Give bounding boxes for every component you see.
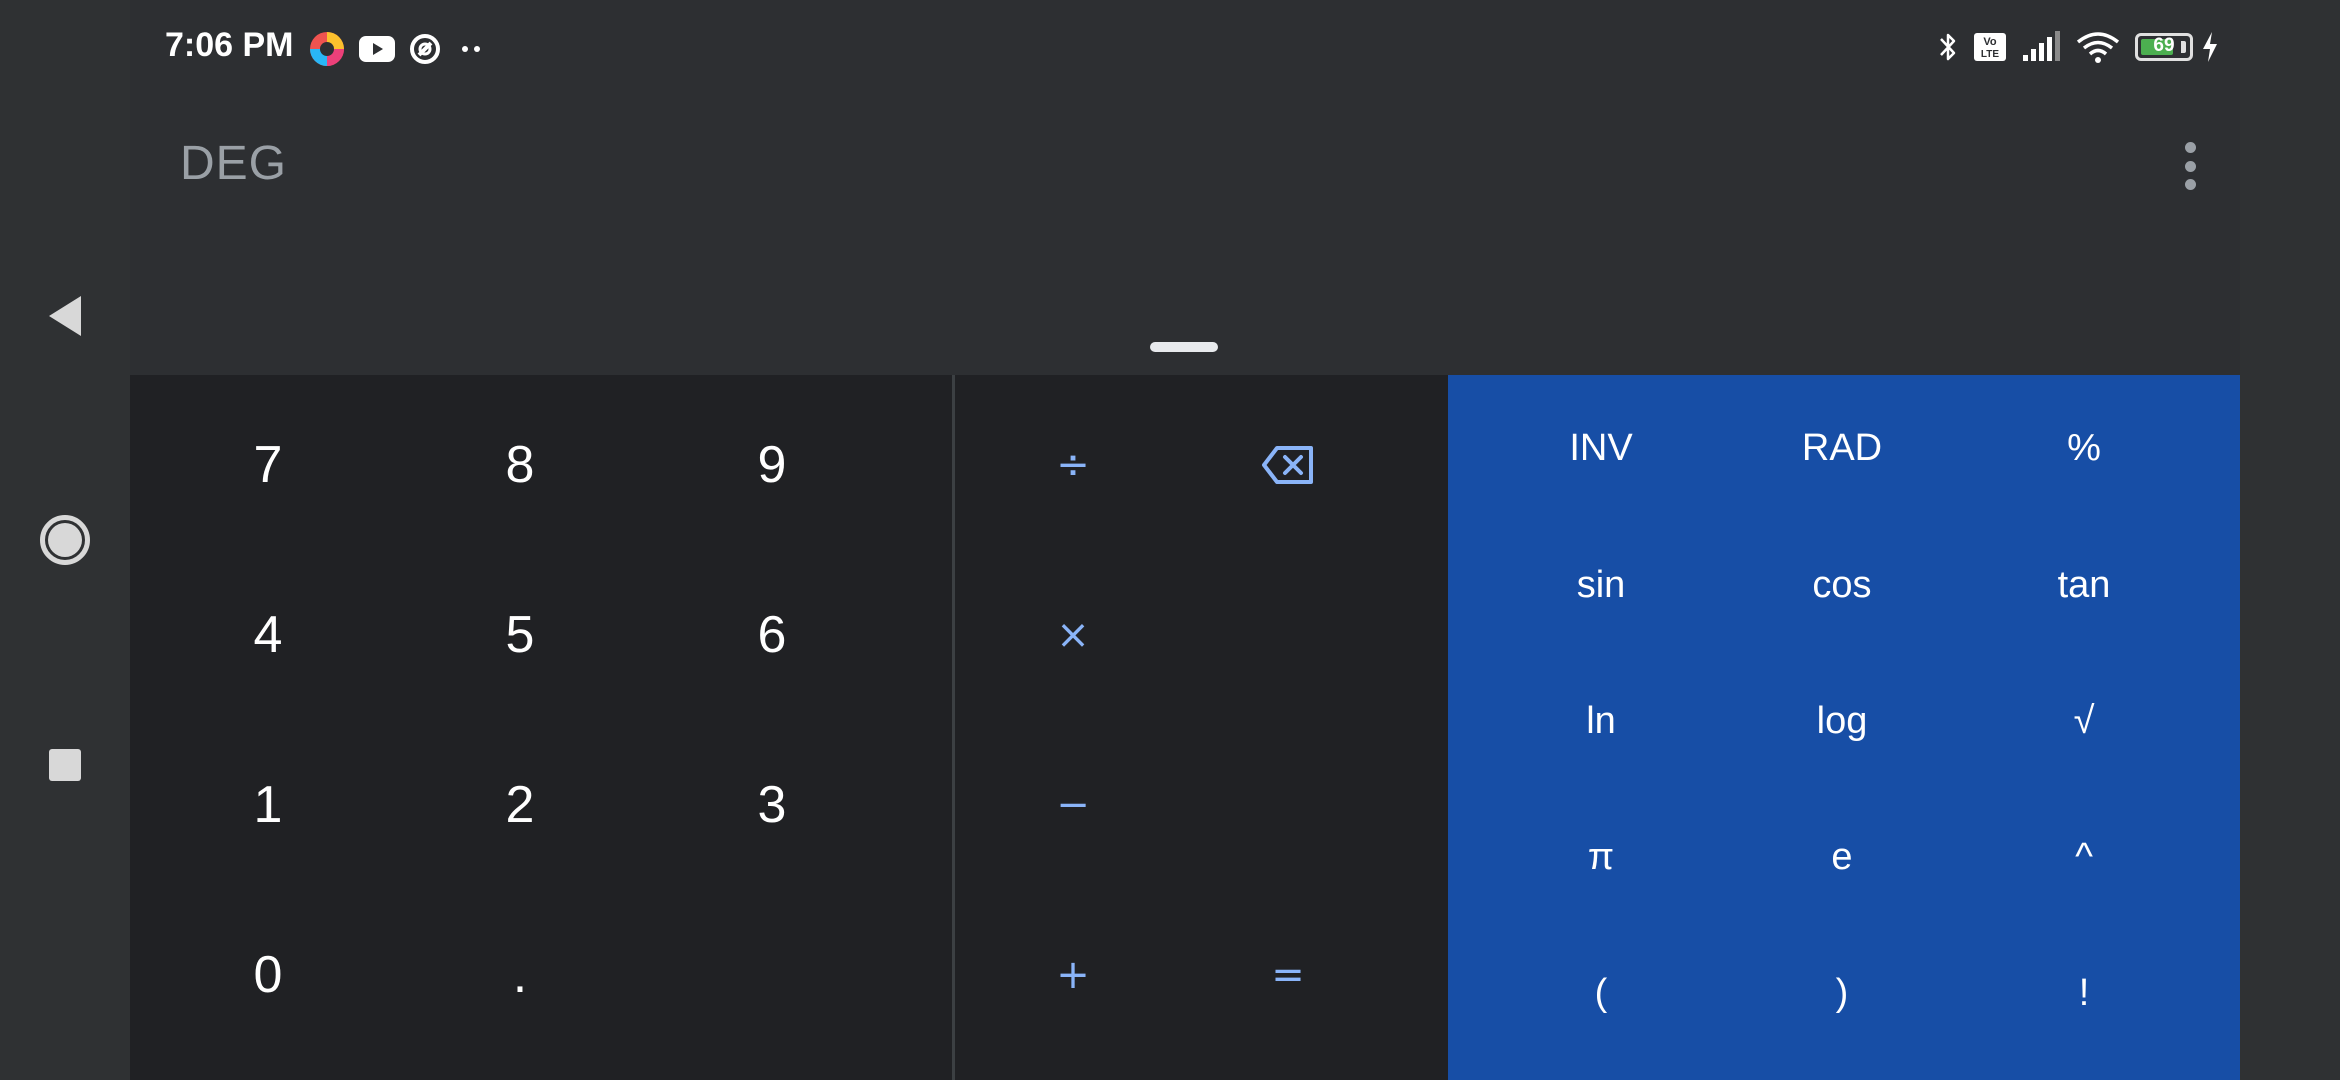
e-button[interactable]: e xyxy=(1742,807,1942,907)
bluetooth-icon xyxy=(1937,30,1959,64)
display-panel: 7:06 PM Vo LTE 69 DEG xyxy=(130,0,2240,375)
recents-button[interactable] xyxy=(25,725,105,805)
digit-6-button[interactable]: 6 xyxy=(692,575,852,695)
factorial-button[interactable]: ! xyxy=(1984,943,2184,1043)
operator-keypad: ÷ × − + = xyxy=(955,375,1448,1080)
log-button[interactable]: log xyxy=(1742,671,1942,771)
svg-text:Vo: Vo xyxy=(1983,36,1997,48)
calculator-app: 7:06 PM Vo LTE 69 DEG 7 8 9 4 5 6 1 2 3 … xyxy=(130,0,2240,1080)
inv-button[interactable]: INV xyxy=(1501,398,1701,498)
backspace-icon xyxy=(1262,446,1313,484)
home-button[interactable] xyxy=(25,500,105,580)
cos-button[interactable]: cos xyxy=(1742,535,1942,635)
back-icon xyxy=(49,296,81,336)
battery-level: 69 xyxy=(2153,35,2175,56)
plus-button[interactable]: + xyxy=(1003,915,1143,1035)
backspace-button[interactable] xyxy=(1218,405,1358,525)
vpn-icon xyxy=(408,32,442,66)
more-vert-dot xyxy=(2184,160,2196,172)
digit-7-button[interactable]: 7 xyxy=(188,405,348,525)
digit-0-button[interactable]: 0 xyxy=(188,915,348,1035)
recents-icon xyxy=(49,749,81,781)
digit-8-button[interactable]: 8 xyxy=(440,405,600,525)
status-time: 7:06 PM xyxy=(165,26,294,64)
cell-signal-icon xyxy=(2021,31,2061,63)
decimal-point-button[interactable]: . xyxy=(440,915,600,1035)
more-notifications-icon xyxy=(454,39,488,59)
rad-button[interactable]: RAD xyxy=(1742,398,1942,498)
scientific-panel: INV RAD % sin cos tan ln log √ π e ^ ( )… xyxy=(1448,375,2240,1080)
tan-button[interactable]: tan xyxy=(1984,535,2184,635)
sin-button[interactable]: sin xyxy=(1501,535,1701,635)
browser-app-icon xyxy=(308,30,346,68)
angle-mode-indicator: DEG xyxy=(180,137,288,190)
left-paren-button[interactable]: ( xyxy=(1501,943,1701,1043)
percent-button[interactable]: % xyxy=(1984,398,2184,498)
svg-text:LTE: LTE xyxy=(1981,49,1999,60)
more-vert-icon xyxy=(2184,142,2196,153)
digit-4-button[interactable]: 4 xyxy=(188,575,348,695)
drag-handle[interactable] xyxy=(1150,342,1218,352)
charging-icon xyxy=(2200,31,2220,63)
digit-2-button[interactable]: 2 xyxy=(440,745,600,865)
more-vert-dot xyxy=(2184,179,2196,190)
back-button[interactable] xyxy=(25,276,105,356)
ln-button[interactable]: ln xyxy=(1501,671,1701,771)
digit-3-button[interactable]: 3 xyxy=(692,745,852,865)
sqrt-button[interactable]: √ xyxy=(1984,671,2184,771)
right-paren-button[interactable]: ) xyxy=(1742,943,1942,1043)
volte-icon: Vo LTE xyxy=(1973,32,2007,62)
status-bar: 7:06 PM Vo LTE 69 xyxy=(130,0,2240,100)
youtube-icon xyxy=(358,34,396,64)
power-button[interactable]: ^ xyxy=(1984,807,2184,907)
screen-edge xyxy=(2240,0,2340,1080)
pi-button[interactable]: π xyxy=(1501,807,1701,907)
minus-button[interactable]: − xyxy=(1003,745,1143,865)
numeric-keypad: 7 8 9 4 5 6 1 2 3 0 . xyxy=(130,375,952,1080)
multiply-button[interactable]: × xyxy=(1003,575,1143,695)
divide-button[interactable]: ÷ xyxy=(1003,405,1143,525)
digit-9-button[interactable]: 9 xyxy=(692,405,852,525)
digit-5-button[interactable]: 5 xyxy=(440,575,600,695)
wifi-icon xyxy=(2075,30,2121,64)
battery-icon: 69 xyxy=(2135,33,2193,61)
navigation-bar xyxy=(0,0,130,1080)
digit-1-button[interactable]: 1 xyxy=(188,745,348,865)
home-icon xyxy=(40,515,90,565)
equals-button[interactable]: = xyxy=(1218,915,1358,1035)
overflow-menu-button[interactable] xyxy=(2170,136,2210,196)
